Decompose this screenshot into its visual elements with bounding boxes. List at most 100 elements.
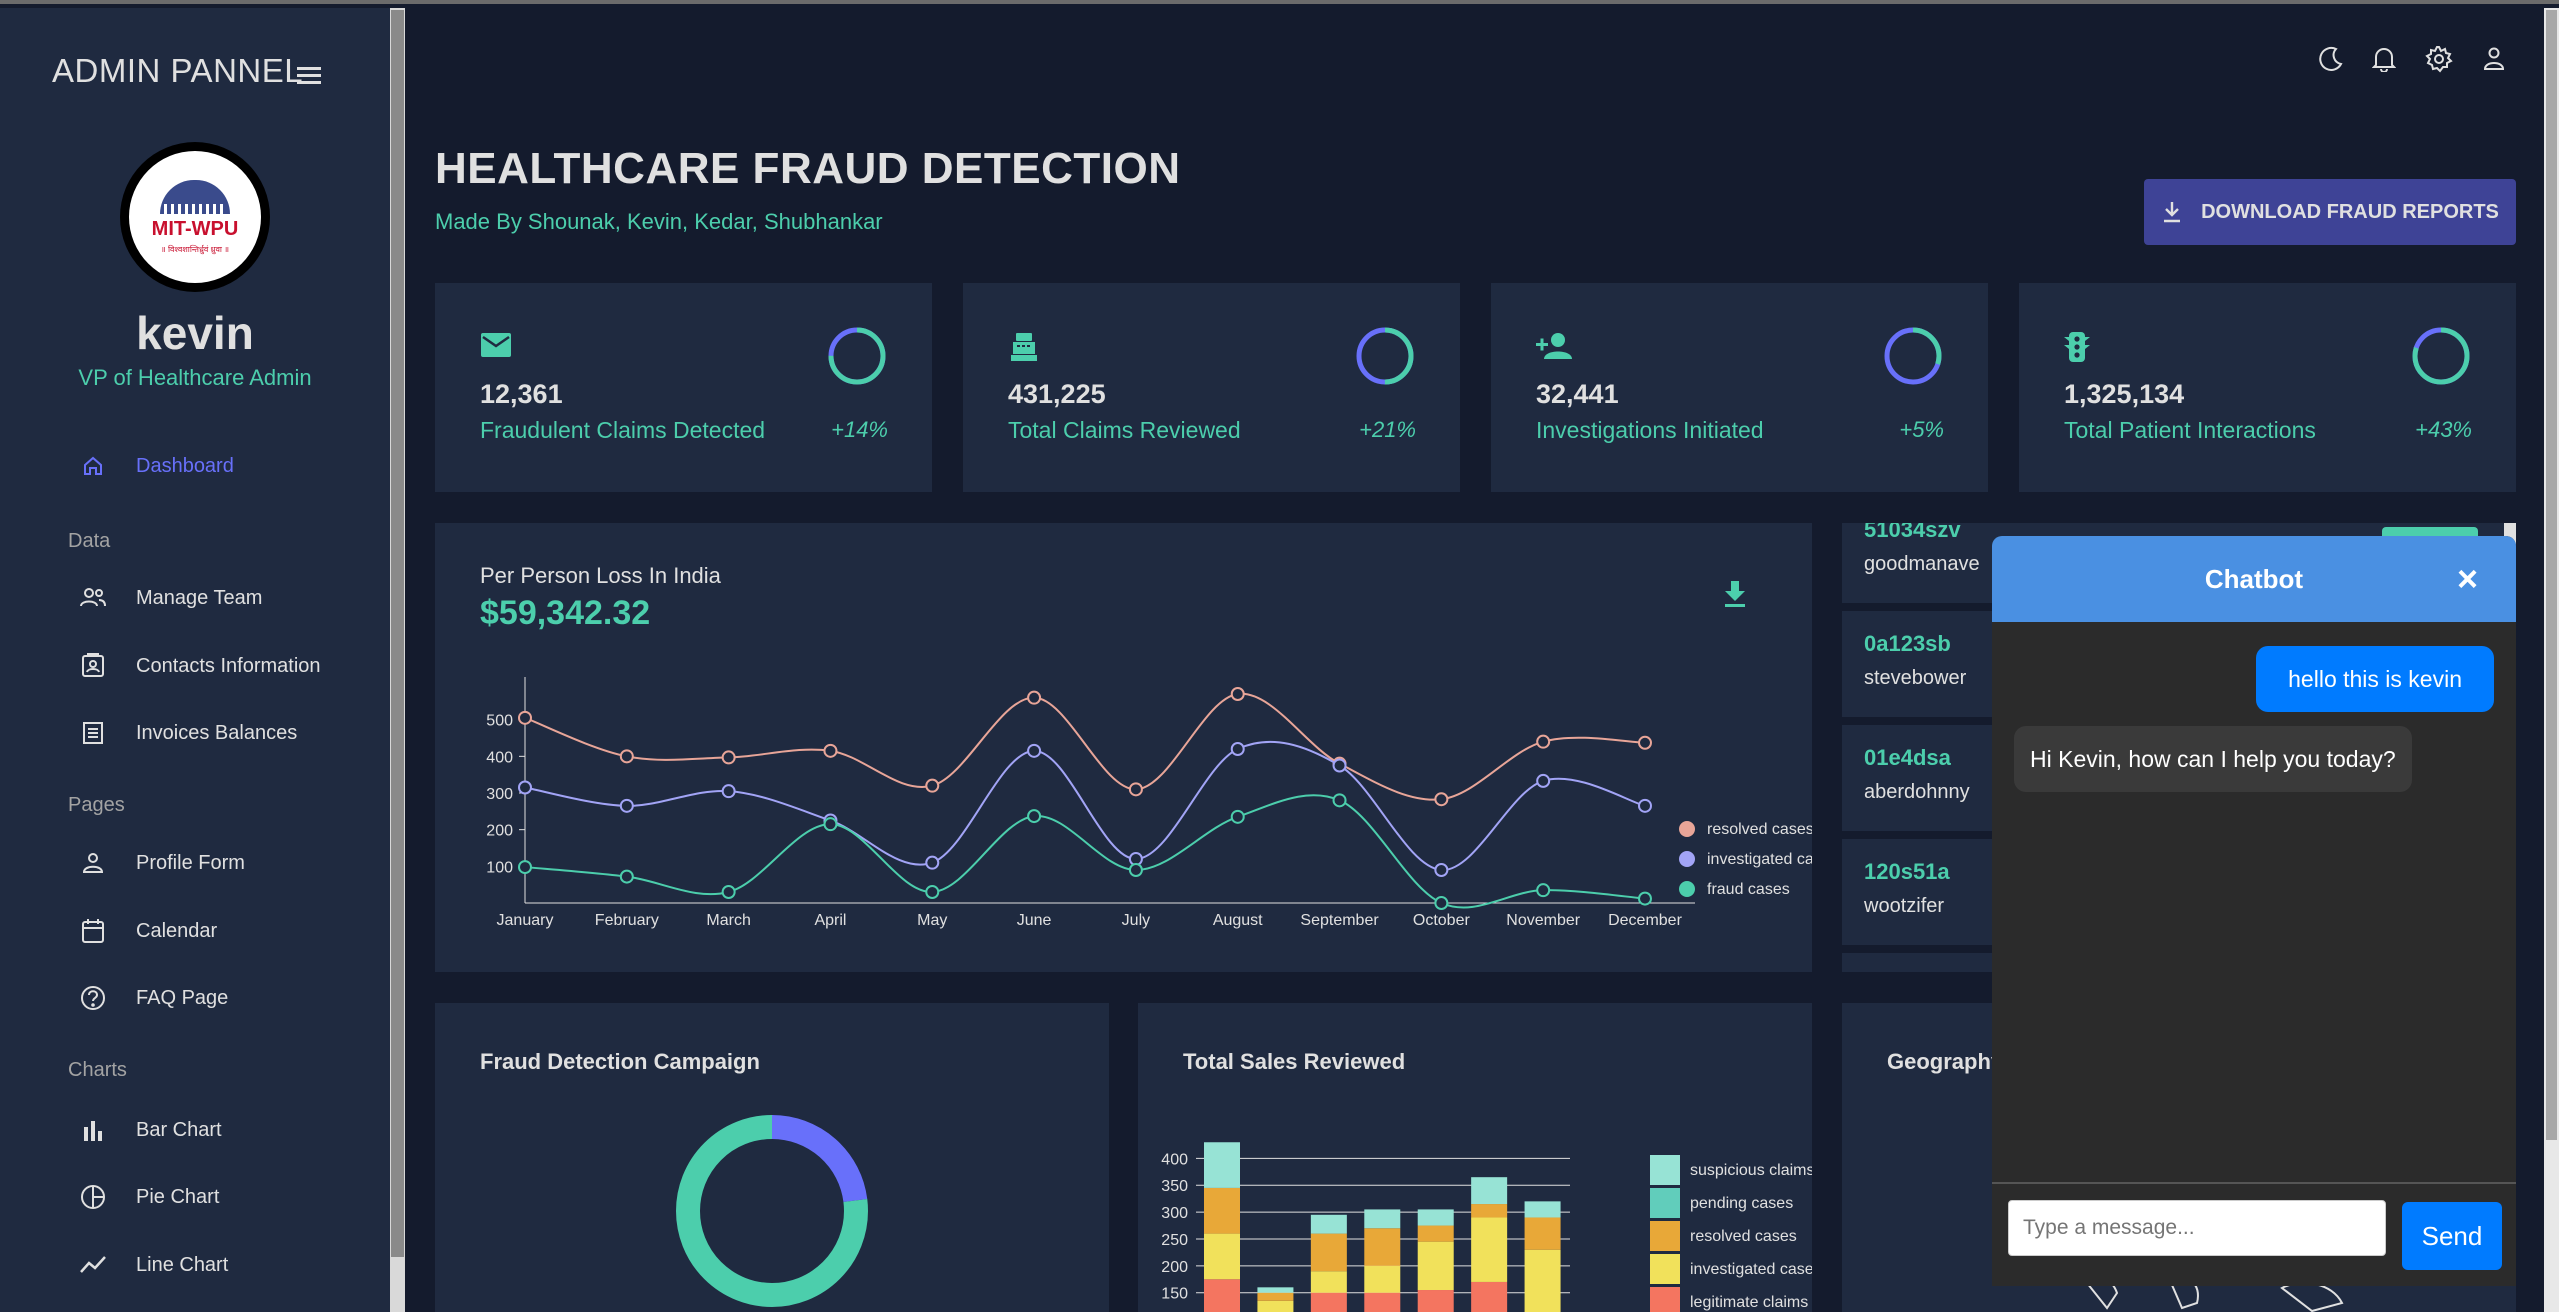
transaction-id: 120s51a xyxy=(1864,859,1950,884)
sidebar-item-manage-team[interactable]: Manage Team xyxy=(78,578,262,618)
data-point xyxy=(1638,891,1652,906)
bar-segment xyxy=(1364,1265,1401,1293)
stat-increase: +43% xyxy=(2415,417,2472,442)
contacts-icon xyxy=(78,651,108,681)
bar-segment xyxy=(1417,1225,1454,1242)
legend-swatch xyxy=(1650,1155,1680,1185)
sales-card: Total Sales Reviewed 1001502002503003504… xyxy=(1138,1003,1812,1312)
chatbot-window: Chatbot × hello this is kevin Hi Kevin, … xyxy=(1992,536,2516,1286)
chat-message-input[interactable] xyxy=(2008,1200,2386,1256)
data-point xyxy=(619,798,634,813)
close-icon[interactable]: × xyxy=(2457,561,2478,597)
nav-section-pages: Pages xyxy=(68,794,125,816)
sidebar-item-label: Calendar xyxy=(136,919,218,942)
sidebar-item-calendar[interactable]: Calendar xyxy=(78,911,217,951)
sidebar-item-label: Dashboard xyxy=(136,454,234,477)
transaction-user: stevebower xyxy=(1864,667,1967,689)
stat-increase: +21% xyxy=(1359,417,1416,442)
sidebar-item-profile-form[interactable]: Profile Form xyxy=(78,843,245,883)
bar-segment xyxy=(1417,1209,1454,1226)
logo-subtext: ॥ विश्वशान्तिर्ध्रुवं ध्रुवा ॥ xyxy=(160,244,230,254)
legend-swatch xyxy=(1650,1221,1680,1251)
x-tick-label: November xyxy=(1506,912,1580,929)
legend-swatch xyxy=(1679,851,1695,867)
profile-icon[interactable] xyxy=(2479,44,2509,74)
legend-label: suspicious claims xyxy=(1690,1162,1812,1179)
sidebar-item-faq[interactable]: FAQ Page xyxy=(78,978,228,1018)
stat-increase: +14% xyxy=(831,417,888,442)
legend-label: investigated case xyxy=(1690,1261,1812,1278)
stat-card-patient-interactions: 1,325,134 Total Patient Interactions +43… xyxy=(2019,283,2516,492)
sidebar-item-invoices[interactable]: Invoices Balances xyxy=(78,713,297,753)
data-point xyxy=(1027,809,1042,824)
legend-swatch xyxy=(1650,1287,1680,1312)
notifications-icon[interactable] xyxy=(2369,44,2399,74)
y-tick-label: 500 xyxy=(486,713,513,730)
data-point xyxy=(1536,883,1551,898)
data-point xyxy=(1434,792,1449,807)
sidebar-item-label: Contacts Information xyxy=(136,654,321,677)
data-point xyxy=(1434,896,1449,910)
y-tick-label: 300 xyxy=(1161,1205,1188,1222)
dark-mode-icon[interactable] xyxy=(2316,44,2346,74)
progress-ring xyxy=(1884,327,1942,385)
x-tick-label: March xyxy=(706,912,750,929)
bar-segment xyxy=(1471,1217,1508,1282)
y-tick-label: 250 xyxy=(1161,1232,1188,1249)
x-tick-label: February xyxy=(595,912,659,929)
point-of-sale-icon xyxy=(1008,331,1040,368)
email-icon xyxy=(480,331,512,364)
data-point xyxy=(925,885,940,899)
stat-label: Fraudulent Claims Detected xyxy=(480,417,766,443)
stat-value: 12,361 xyxy=(480,379,563,409)
data-point xyxy=(518,710,532,725)
logo-dome-icon xyxy=(160,179,230,214)
legend-swatch xyxy=(1679,881,1695,897)
bar-segment xyxy=(1204,1142,1240,1188)
bot-message: Hi Kevin, how can I help you today? xyxy=(2014,726,2412,792)
person-icon xyxy=(78,848,108,878)
data-point xyxy=(1230,809,1245,824)
sidebar-item-line-chart[interactable]: Line Chart xyxy=(78,1245,228,1285)
logo: MIT-WPU ॥ विश्वशान्तिर्ध्रुवं ध्रुवा ॥ xyxy=(120,142,270,292)
series-line xyxy=(524,740,1646,872)
bar-segment xyxy=(1471,1177,1508,1205)
data-point xyxy=(1434,863,1449,877)
sidebar-item-label: Invoices Balances xyxy=(136,721,298,744)
traffic-icon xyxy=(2064,331,2090,368)
download-reports-button[interactable]: DOWNLOAD FRAUD REPORTS xyxy=(2144,179,2516,245)
data-point xyxy=(721,784,736,799)
data-point xyxy=(1536,734,1551,749)
sidebar-item-pie-chart[interactable]: Pie Chart xyxy=(78,1177,219,1217)
brand-title: ADMIN PANNEL xyxy=(52,52,304,89)
menu-toggle-icon[interactable] xyxy=(297,67,321,85)
y-tick-label: 150 xyxy=(1161,1286,1188,1303)
data-point xyxy=(619,869,634,884)
bar-segment xyxy=(1417,1290,1454,1312)
sidebar-item-dashboard[interactable]: Dashboard xyxy=(78,446,234,486)
user-role: VP of Healthcare Admin xyxy=(78,365,312,390)
x-tick-label: June xyxy=(1017,912,1052,929)
bar-segment xyxy=(1364,1292,1401,1312)
stat-value: 1,325,134 xyxy=(2064,379,2185,409)
settings-icon[interactable] xyxy=(2424,44,2454,74)
send-button[interactable]: Send xyxy=(2402,1202,2502,1270)
bar-segment xyxy=(1204,1187,1240,1234)
progress-ring xyxy=(2412,327,2470,385)
bar-segment xyxy=(1471,1204,1508,1218)
data-point xyxy=(1332,793,1347,808)
data-point xyxy=(721,885,736,899)
logo-text: MIT-WPU xyxy=(151,217,239,240)
line-chart-icon xyxy=(78,1250,108,1280)
sidebar-item-contacts[interactable]: Contacts Information xyxy=(78,646,321,686)
user-name: kevin xyxy=(136,307,254,359)
person-add-icon xyxy=(1536,331,1574,366)
progress-ring xyxy=(828,327,886,385)
page-scrollbar[interactable] xyxy=(2544,8,2559,1312)
sidebar-item-bar-chart[interactable]: Bar Chart xyxy=(78,1110,222,1150)
stat-label: Total Claims Reviewed xyxy=(1008,417,1241,443)
legend-label: pending cases xyxy=(1690,1195,1793,1212)
sidebar-scrollbar[interactable] xyxy=(390,8,405,1312)
campaign-card: Fraud Detection Campaign xyxy=(435,1003,1109,1312)
legend-label: resolved cases xyxy=(1690,1228,1797,1245)
